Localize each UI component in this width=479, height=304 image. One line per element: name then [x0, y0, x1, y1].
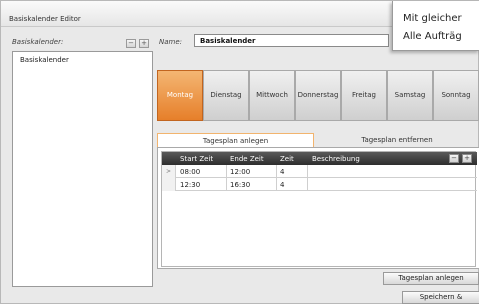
- cell-start[interactable]: 12:30: [180, 181, 200, 189]
- cell-end[interactable]: 16:30: [230, 181, 250, 189]
- schedule-grid: Start Zeit Ende Zeit Zeit Beschreibung −…: [161, 151, 477, 267]
- column-divider: [307, 165, 308, 191]
- window-title: Basiskalender Editor: [9, 15, 81, 23]
- name-label: Name:: [159, 38, 183, 46]
- row-indicator: [162, 178, 176, 191]
- list-item[interactable]: Basiskalender: [20, 56, 69, 64]
- table-row[interactable]: 12:30 16:30 4: [162, 178, 477, 191]
- tooltip-popup: Mit gleicher Alle Aufträg: [392, 1, 479, 51]
- row-indicator: >: [162, 165, 176, 178]
- editor-window: Basiskalender Editor Basiskalender: − + …: [0, 0, 479, 304]
- day-selector: Montag Dienstag Mittwoch Donnerstag Frei…: [157, 70, 479, 121]
- tab-tagesplan-entfernen[interactable]: Tagesplan entfernen: [314, 133, 479, 148]
- column-divider: [276, 165, 277, 191]
- cell-end[interactable]: 12:00: [230, 168, 250, 176]
- save-close-button[interactable]: Speichern & Schliessen: [402, 291, 479, 304]
- name-input[interactable]: [194, 34, 389, 47]
- column-divider: [226, 165, 227, 191]
- tooltip-line: Mit gleicher: [403, 13, 462, 24]
- calendar-list[interactable]: Basiskalender: [12, 51, 153, 287]
- add-calendar-button[interactable]: +: [139, 39, 149, 48]
- tab-tagesplan-anlegen[interactable]: Tagesplan anlegen: [157, 133, 314, 148]
- day-button-montag[interactable]: Montag: [157, 70, 203, 121]
- day-button-donnerstag[interactable]: Donnerstag: [295, 70, 341, 121]
- column-header-description[interactable]: Beschreibung: [312, 155, 360, 163]
- cell-time[interactable]: 4: [280, 168, 284, 176]
- remove-calendar-button[interactable]: −: [126, 39, 136, 48]
- day-button-samstag[interactable]: Samstag: [387, 70, 433, 121]
- grid-remove-button[interactable]: −: [449, 154, 459, 163]
- column-header-end[interactable]: Ende Zeit: [230, 155, 264, 163]
- cell-start[interactable]: 08:00: [180, 168, 200, 176]
- basiskalender-label: Basiskalender:: [12, 38, 64, 46]
- column-header-time[interactable]: Zeit: [280, 155, 294, 163]
- add-day-plan-button[interactable]: Tagesplan anlegen: [383, 272, 479, 285]
- day-button-sonntag[interactable]: Sonntag: [433, 70, 479, 121]
- day-button-freitag[interactable]: Freitag: [341, 70, 387, 121]
- grid-header: Start Zeit Ende Zeit Zeit Beschreibung −…: [162, 152, 477, 165]
- tooltip-line: Alle Aufträg: [403, 31, 462, 42]
- day-button-mittwoch[interactable]: Mittwoch: [249, 70, 295, 121]
- grid-add-button[interactable]: +: [462, 154, 472, 163]
- day-button-dienstag[interactable]: Dienstag: [203, 70, 249, 121]
- table-row[interactable]: > 08:00 12:00 4: [162, 165, 477, 178]
- cell-time[interactable]: 4: [280, 181, 284, 189]
- column-header-start[interactable]: Start Zeit: [180, 155, 213, 163]
